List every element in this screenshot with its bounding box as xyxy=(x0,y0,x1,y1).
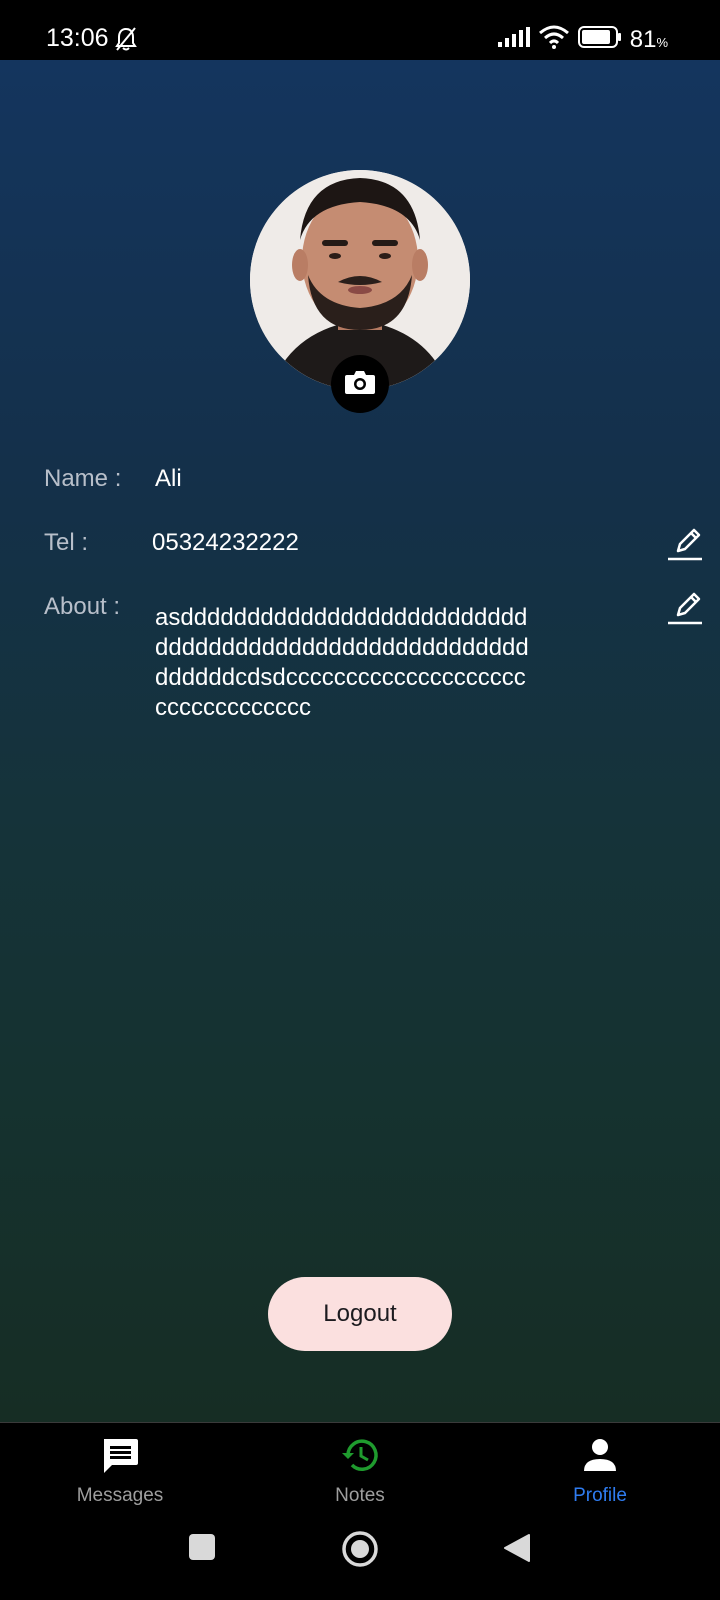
nav-label-profile: Profile xyxy=(573,1485,627,1506)
bottom-nav: Messages Notes Profile xyxy=(0,1423,720,1523)
back-button[interactable] xyxy=(503,1533,531,1568)
about-value: asdddddddddddddddddddddddddddddddddddddd… xyxy=(155,604,529,721)
edit-tel-button[interactable] xyxy=(666,525,704,563)
nav-label-messages: Messages xyxy=(76,1485,164,1506)
camera-icon xyxy=(344,368,376,401)
pencil-icon xyxy=(666,528,704,567)
bell-off-icon xyxy=(114,26,138,57)
tel-label: Tel : xyxy=(44,529,89,556)
status-bar: 13:06 81% xyxy=(0,0,720,60)
signal-icon xyxy=(497,27,530,52)
tel-value: 05324232222 xyxy=(152,529,299,556)
battery-icon xyxy=(577,26,622,53)
battery-percent: 81% xyxy=(629,25,668,53)
system-nav-bar xyxy=(0,1523,720,1600)
about-label: About : xyxy=(44,593,121,620)
change-photo-button[interactable] xyxy=(331,355,389,413)
history-icon xyxy=(340,1435,380,1475)
recents-button[interactable] xyxy=(188,1533,216,1566)
pencil-icon xyxy=(666,592,704,631)
profile-screen: Name : Ali Tel : 05324232222 About : asd… xyxy=(0,60,720,1422)
nav-item-messages[interactable]: Messages xyxy=(0,1423,240,1523)
nav-item-profile[interactable]: Profile xyxy=(480,1423,720,1523)
status-time: 13:06 xyxy=(46,24,109,52)
nav-item-notes[interactable]: Notes xyxy=(240,1423,480,1523)
home-button[interactable] xyxy=(341,1530,379,1573)
square-icon xyxy=(189,1534,215,1560)
message-icon xyxy=(100,1435,140,1475)
name-label: Name : xyxy=(44,465,122,492)
edit-about-button[interactable] xyxy=(666,589,704,627)
logout-button[interactable]: Logout xyxy=(268,1277,452,1351)
wifi-icon xyxy=(538,25,570,54)
avatar-container xyxy=(250,170,470,413)
circle-icon xyxy=(342,1531,378,1567)
person-icon xyxy=(580,1435,620,1475)
back-triangle-icon xyxy=(504,1534,530,1562)
name-value: Ali xyxy=(155,465,182,492)
nav-label-notes: Notes xyxy=(335,1485,385,1506)
